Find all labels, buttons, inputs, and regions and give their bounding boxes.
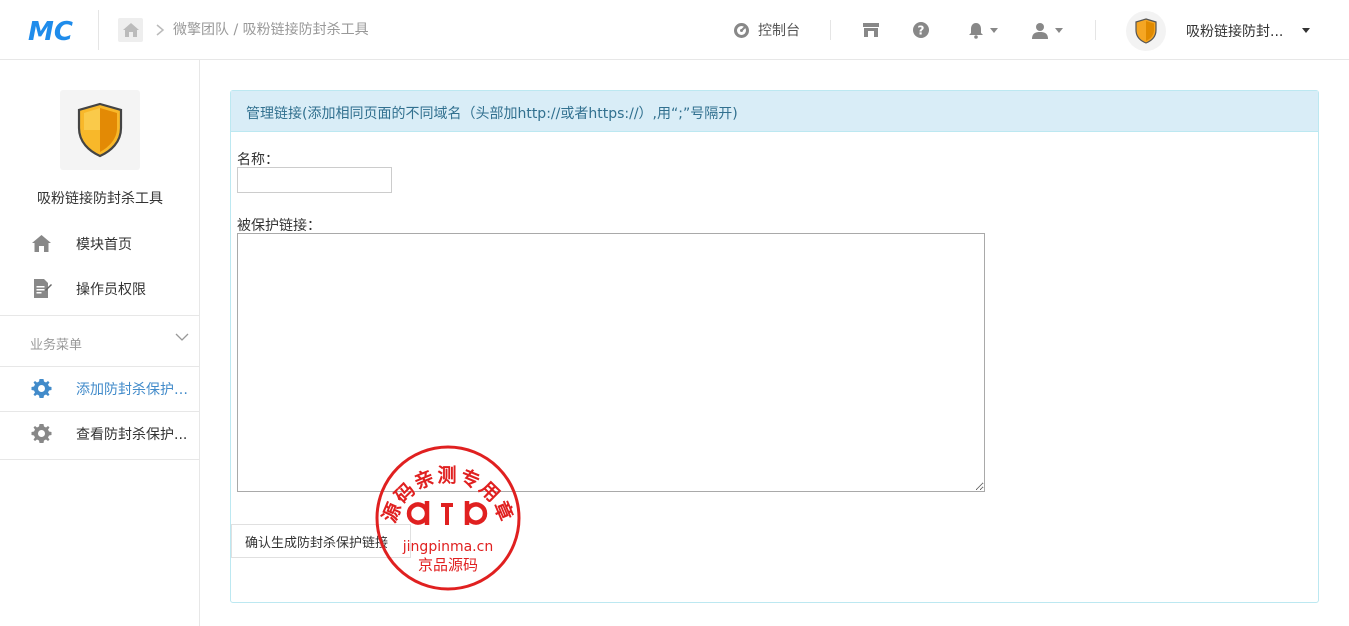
header-divider bbox=[1095, 20, 1096, 40]
panel-heading-text: 管理链接(添加相同页面的不同域名（头部加http://或者https://）,用… bbox=[246, 106, 738, 122]
gear-icon bbox=[31, 379, 52, 398]
user-name[interactable]: 吸粉链接防封... bbox=[1186, 21, 1283, 41]
sidebar-item-label: 查看防封杀保护... bbox=[76, 427, 188, 443]
gear-icon bbox=[31, 424, 52, 443]
protected-links-textarea[interactable] bbox=[237, 233, 985, 492]
sidebar-item-label: 模块首页 bbox=[76, 237, 132, 253]
breadcrumb-team[interactable]: 微擎团队 bbox=[173, 22, 229, 38]
home-icon bbox=[122, 23, 139, 37]
bell-icon bbox=[969, 22, 983, 39]
shield-icon bbox=[77, 102, 123, 158]
edit-document-icon bbox=[34, 279, 52, 298]
module-logo bbox=[60, 90, 140, 170]
svg-text:MC: MC bbox=[28, 17, 73, 44]
store-icon bbox=[863, 23, 879, 37]
caret-down-icon[interactable] bbox=[1302, 28, 1310, 33]
module-title: 吸粉链接防封杀工具 bbox=[37, 191, 163, 207]
name-input[interactable] bbox=[237, 167, 392, 193]
console-label: 控制台 bbox=[758, 23, 800, 39]
store-button[interactable] bbox=[862, 18, 880, 42]
sidebar-item-add-protected-link[interactable]: 添加防封杀保护链... bbox=[0, 366, 200, 411]
user-icon bbox=[1032, 22, 1048, 39]
caret-down-icon bbox=[990, 27, 998, 33]
chevron-down-icon bbox=[175, 333, 189, 341]
sidebar-section-business-menu[interactable]: 业务菜单 bbox=[0, 316, 200, 366]
console-link[interactable]: 控制台 bbox=[733, 18, 800, 42]
svg-text:?: ? bbox=[918, 24, 925, 38]
chevron-right-icon bbox=[156, 24, 165, 36]
sidebar: 吸粉链接防封杀工具 模块首页 操作员权限 业务菜单 添加防封杀保护链... 查看… bbox=[0, 60, 200, 626]
home-icon bbox=[32, 235, 51, 252]
sidebar-item-module-home[interactable]: 模块首页 bbox=[0, 221, 200, 266]
panel-heading: 管理链接(添加相同页面的不同域名（头部加http://或者https://）,用… bbox=[231, 91, 1318, 132]
header-divider bbox=[830, 20, 831, 40]
logo-divider bbox=[98, 10, 99, 50]
protected-links-label: 被保护链接： bbox=[237, 218, 321, 234]
breadcrumb-current: 吸粉链接防封杀工具 bbox=[242, 22, 369, 38]
dashboard-icon bbox=[734, 22, 749, 38]
name-label: 名称： bbox=[237, 152, 279, 168]
breadcrumb-separator: / bbox=[233, 22, 243, 38]
shield-icon bbox=[1135, 18, 1157, 44]
module-avatar[interactable] bbox=[1126, 11, 1166, 51]
manage-links-panel: 管理链接(添加相同页面的不同域名（头部加http://或者https://）,用… bbox=[230, 90, 1319, 603]
sidebar-item-label: 操作员权限 bbox=[76, 282, 146, 298]
notifications-button[interactable] bbox=[968, 18, 998, 42]
sidebar-item-view-protected-links[interactable]: 查看防封杀保护... bbox=[0, 411, 200, 456]
account-menu-button[interactable] bbox=[1031, 18, 1063, 42]
sidebar-divider bbox=[0, 459, 200, 460]
sidebar-item-label: 添加防封杀保护链... bbox=[76, 382, 200, 398]
logo-icon[interactable]: MC bbox=[28, 16, 78, 44]
sidebar-item-operator-permissions[interactable]: 操作员权限 bbox=[0, 266, 200, 311]
sidebar-section-title: 业务菜单 bbox=[30, 338, 83, 353]
breadcrumb: 微擎团队 / 吸粉链接防封杀工具 bbox=[173, 21, 369, 39]
help-button[interactable]: ? bbox=[912, 18, 930, 42]
help-icon: ? bbox=[913, 22, 929, 38]
top-header: MC 微擎团队 / 吸粉链接防封杀工具 控制台 ? 吸粉链接防封... bbox=[0, 0, 1349, 60]
caret-down-icon bbox=[1055, 27, 1063, 33]
generate-protected-link-button[interactable]: 确认生成防封杀保护链接 bbox=[231, 524, 411, 558]
home-button[interactable] bbox=[118, 18, 143, 42]
